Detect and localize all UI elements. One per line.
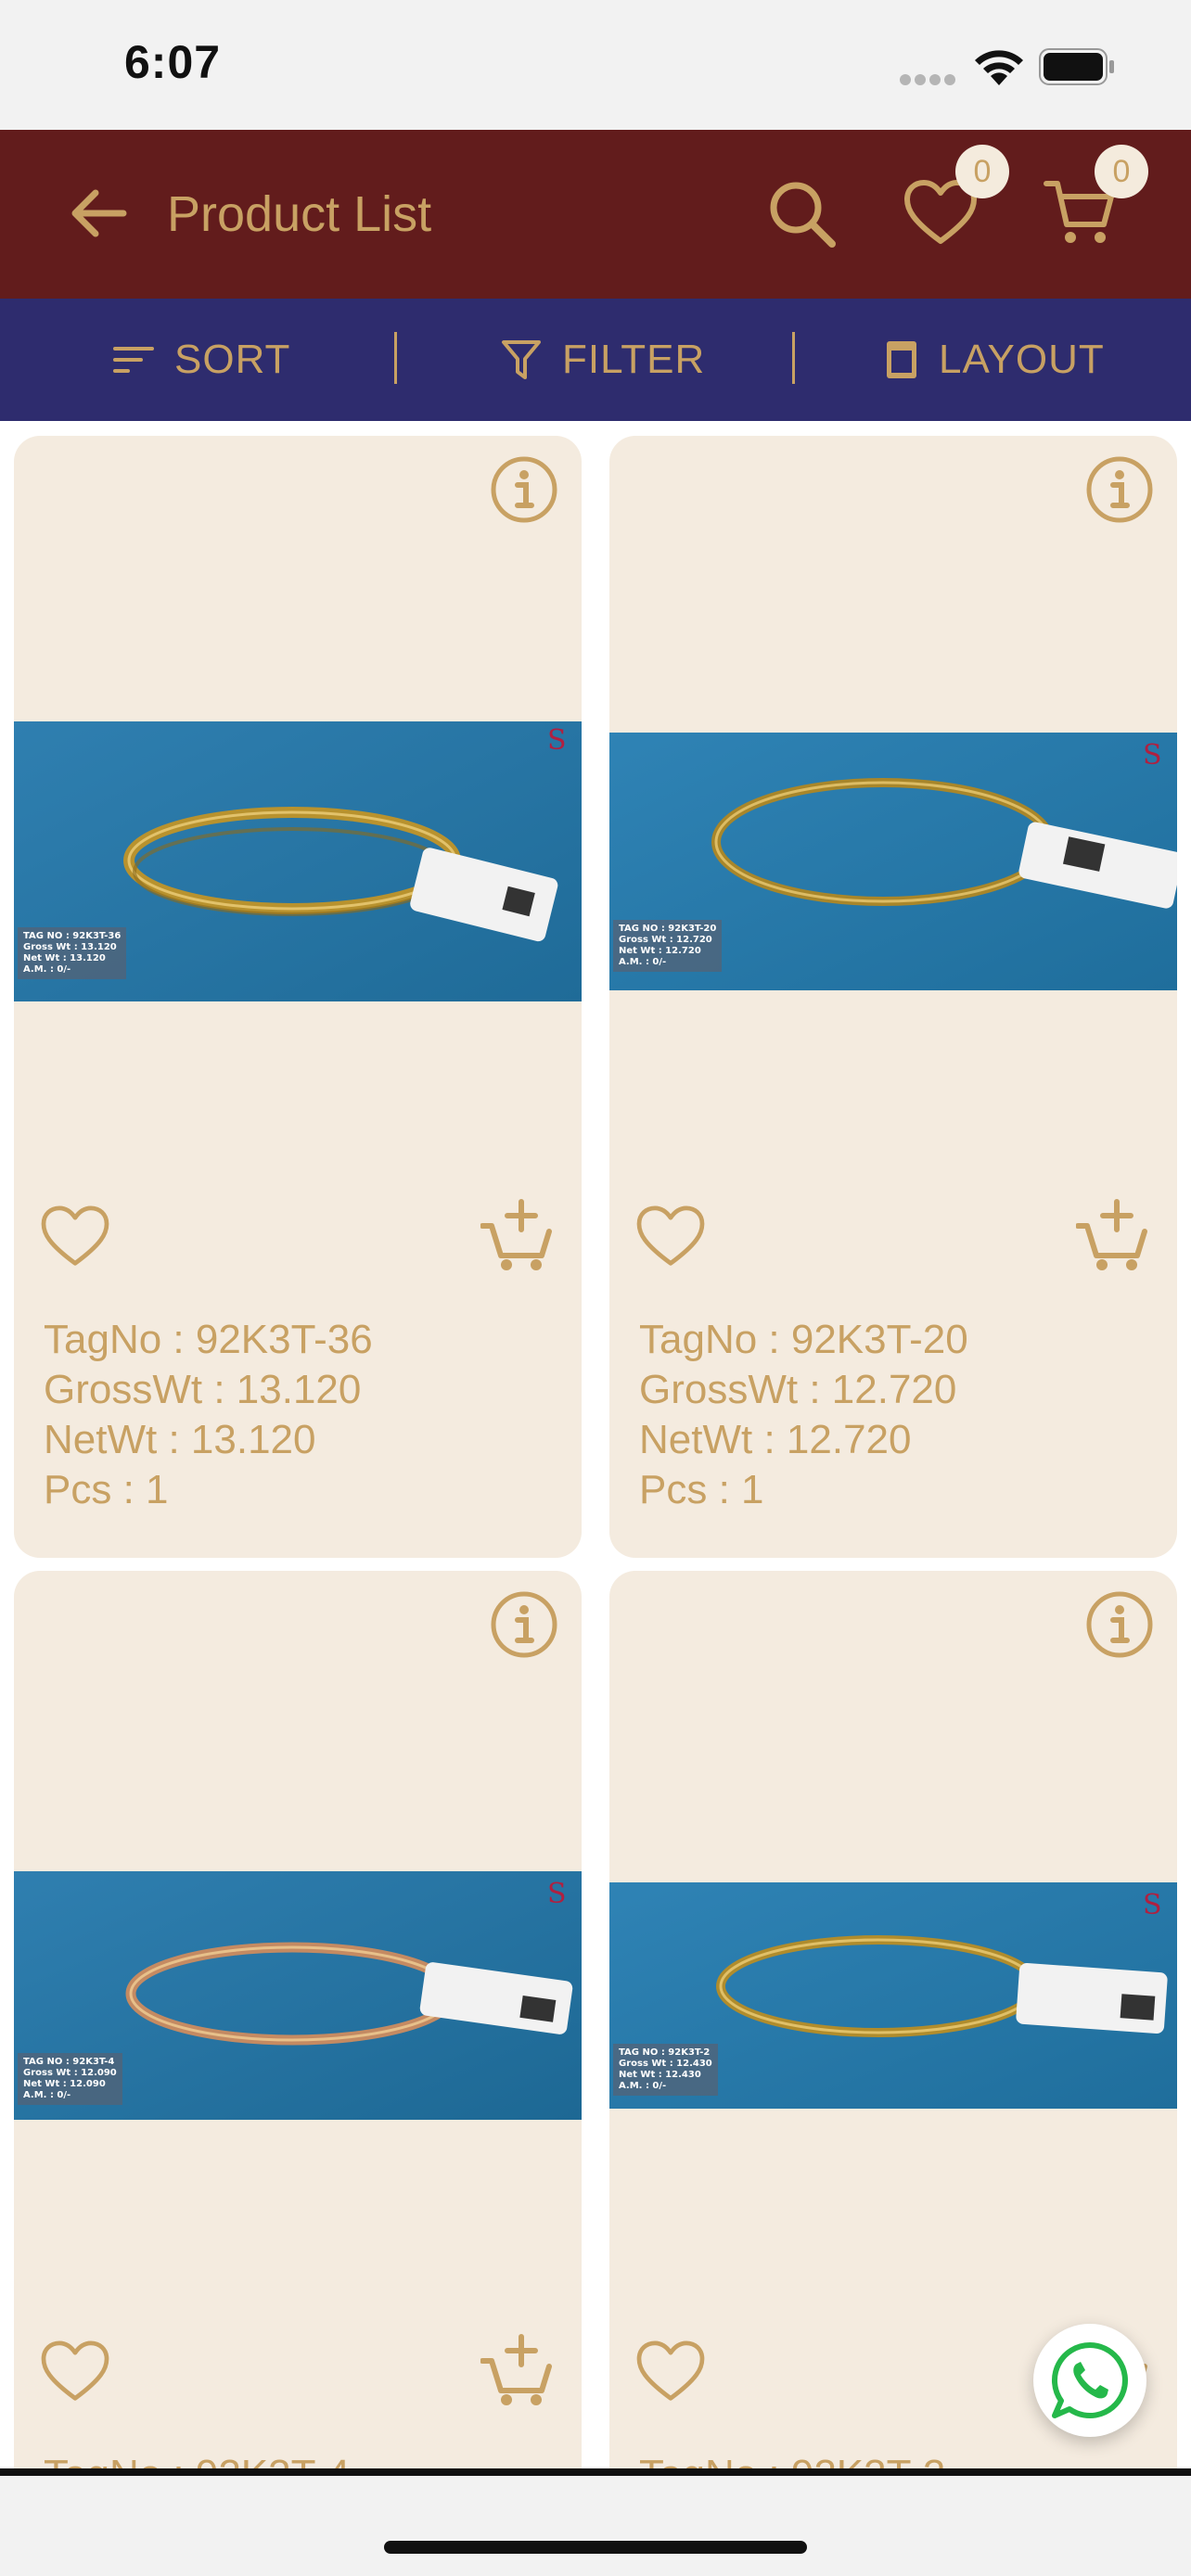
search-button[interactable] — [759, 171, 844, 256]
net-weight: NetWt : 12.720 — [639, 1417, 912, 1462]
toolbar-divider — [792, 332, 795, 384]
product-card[interactable]: S TAG NO : 92K3T-4 Gross Wt : 12.090 Net… — [14, 1571, 582, 2476]
battery-icon — [1039, 48, 1114, 85]
info-icon — [491, 456, 557, 523]
info-icon — [1086, 456, 1153, 523]
cart-count-badge: 0 — [1095, 145, 1148, 198]
gross-weight: GrossWt : 13.120 — [44, 1367, 362, 1412]
toolbar-divider — [394, 332, 397, 384]
product-details: TagNo : 92K3T-20 GrossWt : 12.720 NetWt … — [639, 1315, 968, 1515]
status-time: 6:07 — [124, 36, 222, 88]
pieces: Pcs : 1 — [639, 1467, 764, 1512]
heart-icon — [41, 1205, 109, 1266]
favorite-button[interactable] — [632, 2333, 710, 2411]
cart-plus-icon — [1076, 1199, 1147, 1270]
cart-plus-icon — [480, 2334, 552, 2405]
back-button[interactable] — [59, 174, 137, 252]
tag-no: TagNo : 92K3T-36 — [44, 1317, 373, 1362]
favorite-button[interactable] — [36, 1198, 114, 1276]
layout-button[interactable]: LAYOUT — [885, 299, 1105, 421]
info-icon — [1086, 1591, 1153, 1658]
product-image[interactable]: S TAG NO : 92K3T-4 Gross Wt : 12.090 Net… — [14, 1871, 582, 2120]
svg-text:S: S — [1143, 739, 1162, 772]
search-icon — [770, 182, 836, 248]
whatsapp-icon — [1051, 2342, 1128, 2418]
sort-button[interactable]: SORT — [113, 299, 290, 421]
svg-text:S: S — [547, 1878, 567, 1910]
svg-text:S: S — [547, 724, 567, 757]
page-title: Product List — [167, 186, 432, 242]
sort-label: SORT — [174, 337, 291, 382]
signal-icon — [900, 74, 957, 85]
product-image[interactable]: S TAG NO : 92K3T-2 Gross Wt : 12.430 Net… — [609, 1882, 1177, 2109]
net-weight: NetWt : 13.120 — [44, 1417, 316, 1462]
add-to-cart-button[interactable] — [476, 1192, 561, 1278]
filter-button[interactable]: FILTER — [501, 299, 705, 421]
pieces: Pcs : 1 — [44, 1467, 169, 1512]
info-button[interactable] — [1084, 454, 1155, 525]
app-header: Product List — [0, 130, 1191, 299]
product-grid: S TAG NO : 92K3T-36 Gross Wt : 13.120 Ne… — [0, 421, 1191, 2476]
info-button[interactable] — [489, 1589, 559, 1660]
home-indicator-area — [0, 2476, 1191, 2576]
toolbar: SORT FILTER LAYOUT — [0, 299, 1191, 421]
photo-tag-label: TAG NO : 92K3T-4 Gross Wt : 12.090 Net W… — [18, 2053, 122, 2105]
wifi-icon — [975, 50, 1023, 85]
info-button[interactable] — [489, 454, 559, 525]
status-bar: 6:07 — [0, 0, 1191, 130]
home-indicator[interactable] — [384, 2541, 807, 2554]
filter-label: FILTER — [562, 337, 706, 382]
whatsapp-button[interactable] — [1033, 2324, 1146, 2437]
tag-no: TagNo : 92K3T-20 — [639, 1317, 968, 1362]
arrow-left-icon — [71, 189, 127, 237]
svg-text:S: S — [1143, 1889, 1162, 1921]
sort-icon — [113, 343, 154, 376]
photo-tag-label: TAG NO : 92K3T-36 Gross Wt : 13.120 Net … — [18, 927, 127, 979]
product-image[interactable]: S TAG NO : 92K3T-36 Gross Wt : 13.120 Ne… — [14, 721, 582, 1001]
bottom-edge — [0, 2468, 1191, 2476]
product-card[interactable]: S TAG NO : 92K3T-20 Gross Wt : 12.720 Ne… — [609, 436, 1177, 1558]
filter-icon — [501, 338, 542, 381]
layout-label: LAYOUT — [939, 337, 1105, 382]
product-image[interactable]: S TAG NO : 92K3T-20 Gross Wt : 12.720 Ne… — [609, 733, 1177, 990]
add-to-cart-button[interactable] — [476, 2327, 561, 2413]
cart-plus-icon — [480, 1199, 552, 1270]
gross-weight: GrossWt : 12.720 — [639, 1367, 957, 1412]
info-button[interactable] — [1084, 1589, 1155, 1660]
heart-icon — [636, 1205, 705, 1266]
photo-tag-label: TAG NO : 92K3T-20 Gross Wt : 12.720 Net … — [613, 920, 723, 972]
heart-icon — [41, 2340, 109, 2401]
photo-tag-label: TAG NO : 92K3T-2 Gross Wt : 12.430 Net W… — [613, 2044, 718, 2096]
info-icon — [491, 1591, 557, 1658]
product-card[interactable]: S TAG NO : 92K3T-36 Gross Wt : 13.120 Ne… — [14, 436, 582, 1558]
add-to-cart-button[interactable] — [1071, 1192, 1157, 1278]
favorite-button[interactable] — [632, 1198, 710, 1276]
heart-icon — [636, 2340, 705, 2401]
layout-icon — [885, 339, 918, 380]
favorite-button[interactable] — [36, 2333, 114, 2411]
wishlist-count-badge: 0 — [955, 145, 1009, 198]
product-details: TagNo : 92K3T-36 GrossWt : 13.120 NetWt … — [44, 1315, 373, 1515]
